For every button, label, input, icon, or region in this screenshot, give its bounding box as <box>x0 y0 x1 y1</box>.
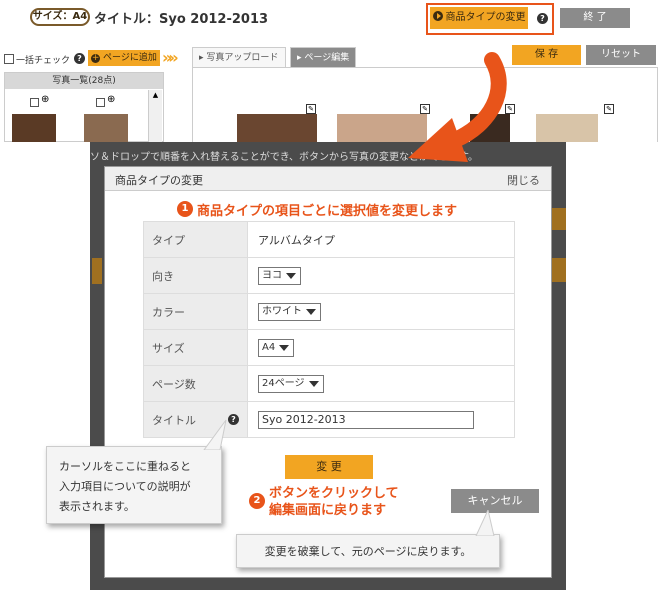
pencil-icon[interactable]: ✎ <box>604 104 614 114</box>
size-label: サイズ <box>143 329 248 366</box>
callout-pointer-icon <box>475 510 495 536</box>
size-select[interactable]: A4 <box>258 338 295 357</box>
pages-select[interactable]: 24ページ <box>258 374 324 393</box>
orientation-select[interactable]: ヨコ <box>258 266 301 285</box>
size-badge: サイズ：A4 <box>30 8 90 26</box>
change-type-label: 商品タイプの変更 <box>445 12 526 23</box>
form-row-pages: ページ数 24ページ <box>143 365 515 402</box>
form-row-orientation: 向き ヨコ <box>143 257 515 294</box>
reset-button[interactable]: リセット <box>586 45 656 65</box>
pencil-icon[interactable]: ✎ <box>306 104 316 114</box>
color-select[interactable]: ホワイト <box>258 302 321 321</box>
help-icon[interactable]: ? <box>74 53 85 64</box>
callout-pointer-icon <box>203 419 227 450</box>
type-label: タイプ <box>143 221 248 258</box>
change-button[interactable]: 変 更 <box>285 455 373 479</box>
background-block <box>92 258 102 284</box>
step1-instruction: 商品タイプの項目ごとに選択値を変更します <box>197 204 458 219</box>
step2-instruction: ボタンをクリックして 編集画面に戻ります <box>269 485 399 519</box>
scroll-up-icon[interactable]: ▲ <box>149 90 162 100</box>
tab-photo-upload[interactable]: ▸ 写真アップロード <box>192 47 286 67</box>
scrollbar[interactable]: ▲ <box>148 90 162 142</box>
cancel-note-callout: 変更を破棄して、元のページに戻ります。 <box>236 534 500 568</box>
dialog-title: 商品タイプの変更 <box>115 174 203 187</box>
zoom-icon[interactable]: ⊕ <box>41 94 49 105</box>
title-input[interactable]: Syo 2012-2013 <box>258 410 474 429</box>
tab-page-edit[interactable]: ▸ ページ編集 <box>290 47 356 67</box>
form-row-size: サイズ A4 <box>143 329 515 366</box>
hover-hint-callout: カーソルをここに重ねると 入力項目についての説明が 表示されます。 <box>46 446 222 524</box>
photo-checkbox[interactable] <box>96 98 105 107</box>
step1-number-badge: 1 <box>177 201 193 217</box>
select-all-label: 一括チェック <box>16 56 71 66</box>
play-icon <box>432 11 443 21</box>
step2-line1: ボタンをクリックして <box>269 486 399 501</box>
type-value: アルバムタイプ <box>247 221 515 258</box>
page-photo <box>237 114 317 142</box>
photo-thumbnail[interactable] <box>84 114 128 142</box>
photo-list-title: 写真一覧(28点) <box>5 73 163 89</box>
add-page-label: ページに追加 <box>103 53 157 63</box>
step2-line2: 編集画面に戻ります <box>269 503 387 518</box>
page-photo <box>536 114 598 142</box>
close-link[interactable]: 閉じる <box>507 172 540 188</box>
background-block <box>552 258 566 282</box>
tab-page-edit-label: ページ編集 <box>304 53 350 63</box>
page-title: タイトル：Syo 2012-2013 <box>94 12 269 27</box>
orientation-label: 向き <box>143 257 248 294</box>
pages-label: ページ数 <box>143 365 248 402</box>
tab-photo-upload-label: 写真アップロード <box>206 53 279 63</box>
step2-number-badge: 2 <box>249 493 265 509</box>
guide-arrow-icon <box>408 52 507 162</box>
form-row-type: タイプ アルバムタイプ <box>143 221 515 258</box>
form-row-color: カラー ホワイト <box>143 293 515 330</box>
screenshot-root: サイズ：A4 タイトル：Syo 2012-2013 商品タイプの変更 ? 終 了… <box>0 0 660 592</box>
photo-checkbox[interactable] <box>30 98 39 107</box>
change-type-button[interactable]: 商品タイプの変更 <box>430 7 528 29</box>
color-label: カラー <box>143 293 248 330</box>
add-page-button[interactable]: + ページに追加 <box>88 50 160 66</box>
select-all-checkbox[interactable] <box>4 54 14 64</box>
plus-icon: + <box>91 53 101 63</box>
hover-hint-line2: 入力項目についての説明が <box>59 480 191 493</box>
product-type-form: タイプ アルバムタイプ 向き ヨコ カラー ホワイト サイズ A4 ページ数 2… <box>143 221 515 438</box>
hover-hint-line1: カーソルをここに重ねると <box>59 460 191 473</box>
zoom-icon[interactable]: ⊕ <box>107 94 115 105</box>
background-block <box>552 208 566 230</box>
help-icon[interactable]: ? <box>537 13 548 24</box>
hover-hint-line3: 表示されます。 <box>59 500 135 513</box>
photo-thumbnail[interactable] <box>12 114 56 142</box>
exit-button[interactable]: 終 了 <box>560 8 630 28</box>
chevrons-icon: »» <box>162 48 179 67</box>
dialog-header: 商品タイプの変更 閉じる <box>105 167 551 191</box>
